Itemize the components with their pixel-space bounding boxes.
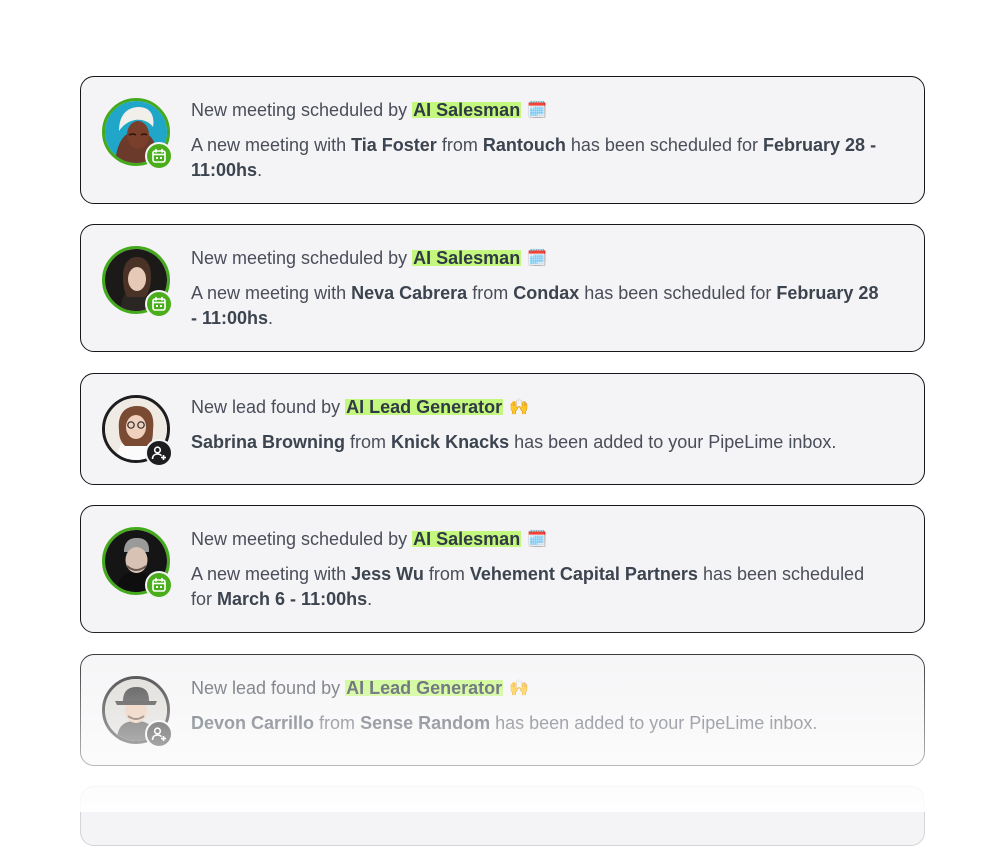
notification-body: Sabrina Browning from Knick Knacks has b… [191, 430, 884, 455]
notification-body: A new meeting with Jess Wu from Vehement… [191, 562, 884, 612]
headline-text: New meeting scheduled by [191, 529, 408, 549]
notification-card[interactable]: New lead found by AI Lead Generator 🙌 Dev… [80, 654, 925, 766]
body-text: has been scheduled for [570, 135, 758, 155]
notification-headline: New lead found by AI Lead Generator 🙌 [191, 675, 884, 702]
body-text: has been scheduled for [584, 283, 772, 303]
body-text: has been added to your PipeLime inbox. [514, 432, 837, 452]
calendar-badge [145, 142, 173, 170]
calendar-emoji-icon: 🗓️ [527, 531, 548, 548]
body-text: A new meeting with [191, 135, 347, 155]
notification-card-partial[interactable] [80, 786, 925, 846]
body-text: A new meeting with [191, 283, 347, 303]
company-name[interactable]: Sense Random [360, 713, 490, 733]
add-user-badge [145, 720, 173, 748]
avatar-container [102, 246, 173, 318]
notification-body: A new meeting with Neva Cabrera from Con… [191, 281, 884, 331]
contact-name[interactable]: Sabrina Browning [191, 432, 345, 452]
body-text: from [319, 713, 356, 733]
agent-name[interactable]: AI Salesman [412, 529, 522, 549]
add-user-icon [151, 446, 166, 460]
notification-headline: New meeting scheduled by AI Salesman 🗓️ [191, 245, 884, 272]
headline-text: New meeting scheduled by [191, 100, 408, 120]
contact-name[interactable]: Neva Cabrera [351, 283, 467, 303]
calendar-icon [152, 577, 166, 592]
meeting-datetime: March 6 - 11:00hs [217, 589, 368, 609]
calendar-icon [152, 296, 166, 311]
notification-body: A new meeting with Tia Foster from Ranto… [191, 133, 884, 183]
company-name[interactable]: Vehement Capital Partners [470, 564, 698, 584]
notification-content: New meeting scheduled by AI Salesman 🗓️ A… [191, 245, 884, 331]
add-user-badge [145, 439, 173, 467]
headline-text: New lead found by [191, 678, 341, 698]
body-text: . [268, 308, 274, 328]
agent-name[interactable]: AI Lead Generator [345, 678, 504, 698]
calendar-badge [145, 571, 173, 599]
company-name[interactable]: Condax [513, 283, 579, 303]
notification-content: New lead found by AI Lead Generator 🙌 Dev… [191, 675, 884, 736]
company-name[interactable]: Knick Knacks [391, 432, 509, 452]
body-text: has been added to your PipeLime inbox. [495, 713, 818, 733]
notification-body: Devon Carrillo from Sense Random has bee… [191, 711, 884, 736]
contact-name[interactable]: Devon Carrillo [191, 713, 314, 733]
avatar-container [102, 98, 173, 170]
raising-hands-emoji-icon: 🙌 [509, 399, 530, 416]
avatar-container [102, 527, 173, 599]
notification-content: New meeting scheduled by AI Salesman 🗓️ A… [191, 526, 884, 612]
body-text: from [428, 564, 465, 584]
calendar-emoji-icon: 🗓️ [527, 102, 548, 119]
notification-content: New lead found by AI Lead Generator 🙌 Sab… [191, 394, 884, 455]
body-text: . [257, 160, 263, 180]
add-user-icon [151, 727, 166, 741]
notification-card[interactable]: New meeting scheduled by AI Salesman 🗓️ A… [80, 76, 925, 204]
notification-card[interactable]: New lead found by AI Lead Generator 🙌 Sab… [80, 373, 925, 485]
contact-name[interactable]: Tia Foster [351, 135, 437, 155]
body-text: from [350, 432, 387, 452]
notification-card[interactable]: New meeting scheduled by AI Salesman 🗓️ A… [80, 224, 925, 352]
headline-text: New meeting scheduled by [191, 248, 408, 268]
company-name[interactable]: Rantouch [483, 135, 566, 155]
headline-text: New lead found by [191, 397, 341, 417]
avatar-container [102, 676, 173, 748]
body-text: from [441, 135, 478, 155]
notification-headline: New lead found by AI Lead Generator 🙌 [191, 394, 884, 421]
notification-headline: New meeting scheduled by AI Salesman 🗓️ [191, 97, 884, 124]
notification-content: New meeting scheduled by AI Salesman 🗓️ A… [191, 97, 884, 183]
contact-name[interactable]: Jess Wu [351, 564, 424, 584]
calendar-badge [145, 290, 173, 318]
calendar-icon [152, 148, 166, 163]
body-text: from [472, 283, 509, 303]
notification-card[interactable]: New meeting scheduled by AI Salesman 🗓️ A… [80, 505, 925, 633]
calendar-emoji-icon: 🗓️ [527, 250, 548, 267]
body-text: . [367, 589, 373, 609]
body-text: A new meeting with [191, 564, 347, 584]
agent-name[interactable]: AI Salesman [412, 100, 522, 120]
avatar-container [102, 395, 173, 467]
agent-name[interactable]: AI Salesman [412, 248, 522, 268]
notification-headline: New meeting scheduled by AI Salesman 🗓️ [191, 526, 884, 553]
agent-name[interactable]: AI Lead Generator [345, 397, 504, 417]
raising-hands-emoji-icon: 🙌 [509, 680, 530, 697]
